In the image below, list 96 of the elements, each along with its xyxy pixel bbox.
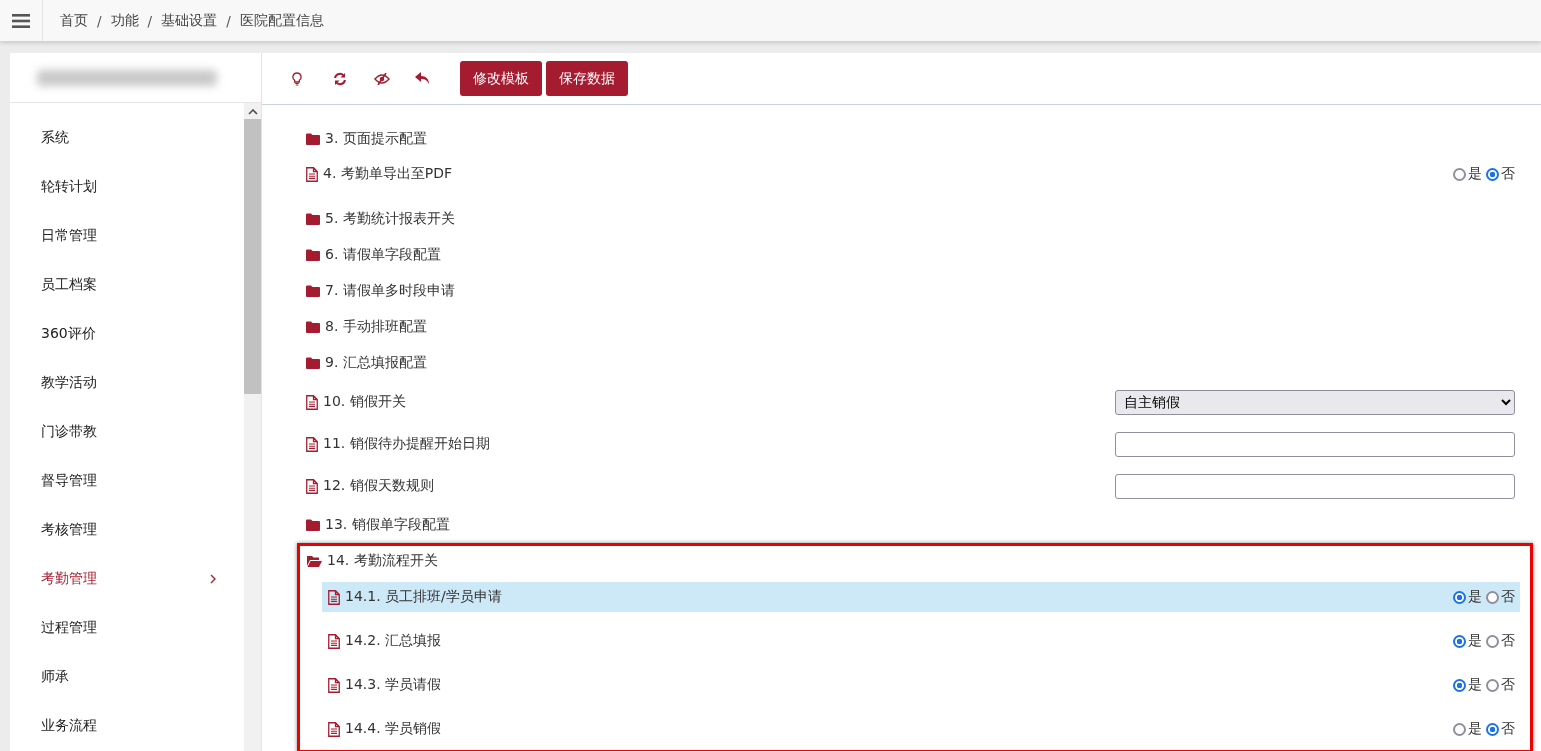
config-label: 9. 汇总填报配置 [325, 354, 427, 372]
folder-icon [306, 519, 320, 531]
config-row[interactable]: 9. 汇总填报配置 [306, 345, 1515, 381]
radio-label: 是 [1468, 165, 1482, 183]
chevron-right-icon [210, 573, 216, 584]
config-row[interactable]: 5. 考勤统计报表开关 [306, 201, 1515, 237]
tree-row[interactable]: 14.2. 汇总填报 是 否 [322, 626, 1520, 656]
sidebar-item[interactable]: 考核管理 [10, 505, 244, 554]
folder-icon [306, 285, 320, 297]
breadcrumb-separator: / [226, 12, 231, 29]
folder-icon [306, 321, 320, 333]
sidebar-item[interactable]: 门诊带教 [10, 407, 244, 456]
config-row[interactable]: 6. 请假单字段配置 [306, 237, 1515, 273]
config-row[interactable]: 11. 销假待办提醒开始日期 [306, 423, 1515, 465]
config-label: 14.3. 学员请假 [345, 676, 442, 694]
config-label: 8. 手动排班配置 [325, 318, 427, 336]
folder-icon [306, 357, 320, 369]
document-icon [328, 677, 340, 693]
config-label: 6. 请假单字段配置 [325, 246, 441, 264]
sidebar-item[interactable]: 业务流程 [10, 701, 244, 750]
document-icon [306, 394, 318, 410]
radio-button[interactable] [1453, 678, 1466, 692]
breadcrumb-link[interactable]: 基础设置 [161, 11, 218, 30]
menu-icon [12, 13, 30, 28]
sidebar-item[interactable]: 360评价 [10, 309, 244, 358]
radio-label: 是 [1468, 720, 1482, 738]
scrollbar[interactable] [244, 103, 261, 751]
document-icon [306, 166, 318, 182]
radio-button[interactable] [1453, 590, 1466, 604]
folder-icon [306, 249, 320, 261]
document-icon [328, 589, 340, 605]
sidebar-item[interactable]: 教学活动 [10, 358, 244, 407]
breadcrumb-separator: / [147, 12, 153, 29]
radio-label: 否 [1501, 588, 1515, 606]
config-row[interactable]: 10. 销假开关 自主销假 [306, 381, 1515, 423]
radio-button[interactable] [1486, 167, 1499, 181]
radio-button[interactable] [1453, 167, 1466, 181]
radio-button[interactable] [1486, 678, 1499, 692]
sidebar-item[interactable]: 过程管理 [10, 603, 244, 652]
sidebar-item[interactable]: 员工档案 [10, 260, 244, 309]
config-label: 5. 考勤统计报表开关 [325, 210, 455, 228]
radio-label: 否 [1501, 632, 1515, 650]
radio-button[interactable] [1486, 634, 1499, 648]
config-row[interactable]: 4. 考勤单导出至PDF 是 否 [306, 157, 1515, 191]
radio-button[interactable] [1453, 634, 1466, 648]
scroll-up-icon[interactable] [247, 109, 258, 115]
radio-button[interactable] [1486, 722, 1499, 736]
sidebar-item[interactable]: 日常管理 [10, 211, 244, 260]
radio-label: 是 [1468, 632, 1482, 650]
config-label: 7. 请假单多时段申请 [325, 282, 455, 300]
breadcrumb-link[interactable]: 医院配置信息 [239, 11, 324, 30]
sidebar-item[interactable]: 轮转计划 [10, 162, 244, 211]
breadcrumb-link[interactable]: 功能 [110, 11, 139, 30]
config-label: 4. 考勤单导出至PDF [323, 165, 453, 183]
sidebar-item[interactable]: 系统 [10, 113, 244, 162]
sidebar-item[interactable]: 督导管理 [10, 456, 244, 505]
config-label: 13. 销假单字段配置 [325, 516, 450, 534]
document-icon [306, 436, 318, 452]
config-row[interactable]: 14. 考勤流程开关 [307, 546, 1520, 576]
config-label: 3. 页面提示配置 [325, 130, 427, 148]
config-row[interactable]: 7. 请假单多时段申请 [306, 273, 1515, 309]
folder-icon [306, 213, 320, 225]
input-field[interactable] [1115, 431, 1515, 457]
config-row[interactable]: 3. 页面提示配置 [306, 121, 1515, 157]
toolbar-button[interactable]: 修改模板 [460, 61, 542, 96]
radio-button[interactable] [1453, 722, 1466, 736]
config-label: 11. 销假待办提醒开始日期 [323, 435, 490, 453]
config-label: 14.2. 汇总填报 [345, 632, 442, 650]
config-label: 14. 考勤流程开关 [327, 552, 438, 570]
input-field[interactable] [1115, 473, 1515, 499]
config-row[interactable]: 8. 手动排班配置 [306, 309, 1515, 345]
breadcrumb-link[interactable]: 首页 [60, 11, 88, 30]
document-icon [328, 633, 340, 649]
tree-row[interactable]: 14.1. 员工排班/学员申请 是 否 [322, 582, 1520, 612]
radio-button[interactable] [1486, 590, 1499, 604]
tree-row[interactable]: 14.4. 学员销假 是 否 [322, 714, 1520, 744]
radio-label: 否 [1501, 720, 1515, 738]
radio-label: 否 [1501, 676, 1515, 694]
document-icon [306, 478, 318, 494]
radio-label: 是 [1468, 588, 1482, 606]
config-label: 12. 销假天数规则 [323, 477, 434, 495]
radio-label: 否 [1501, 165, 1515, 183]
config-row[interactable]: 12. 销假天数规则 [306, 465, 1515, 507]
config-row[interactable]: 13. 销假单字段配置 [306, 507, 1515, 543]
document-icon [328, 721, 340, 737]
config-label: 10. 销假开关 [323, 393, 406, 411]
toolbar-button[interactable]: 保存数据 [546, 61, 628, 96]
folder-icon [306, 133, 320, 145]
dropdown-field[interactable]: 自主销假 [1115, 389, 1515, 415]
sidebar-item[interactable]: 考勤管理 [10, 554, 244, 603]
radio-label: 是 [1468, 676, 1482, 694]
tree-row[interactable]: 14.3. 学员请假 是 否 [322, 670, 1520, 700]
breadcrumb-separator: / [97, 12, 102, 29]
config-label: 14.4. 学员销假 [345, 720, 442, 738]
config-label: 14.1. 员工排班/学员申请 [345, 588, 502, 606]
sidebar-item[interactable]: 师承 [10, 652, 244, 701]
